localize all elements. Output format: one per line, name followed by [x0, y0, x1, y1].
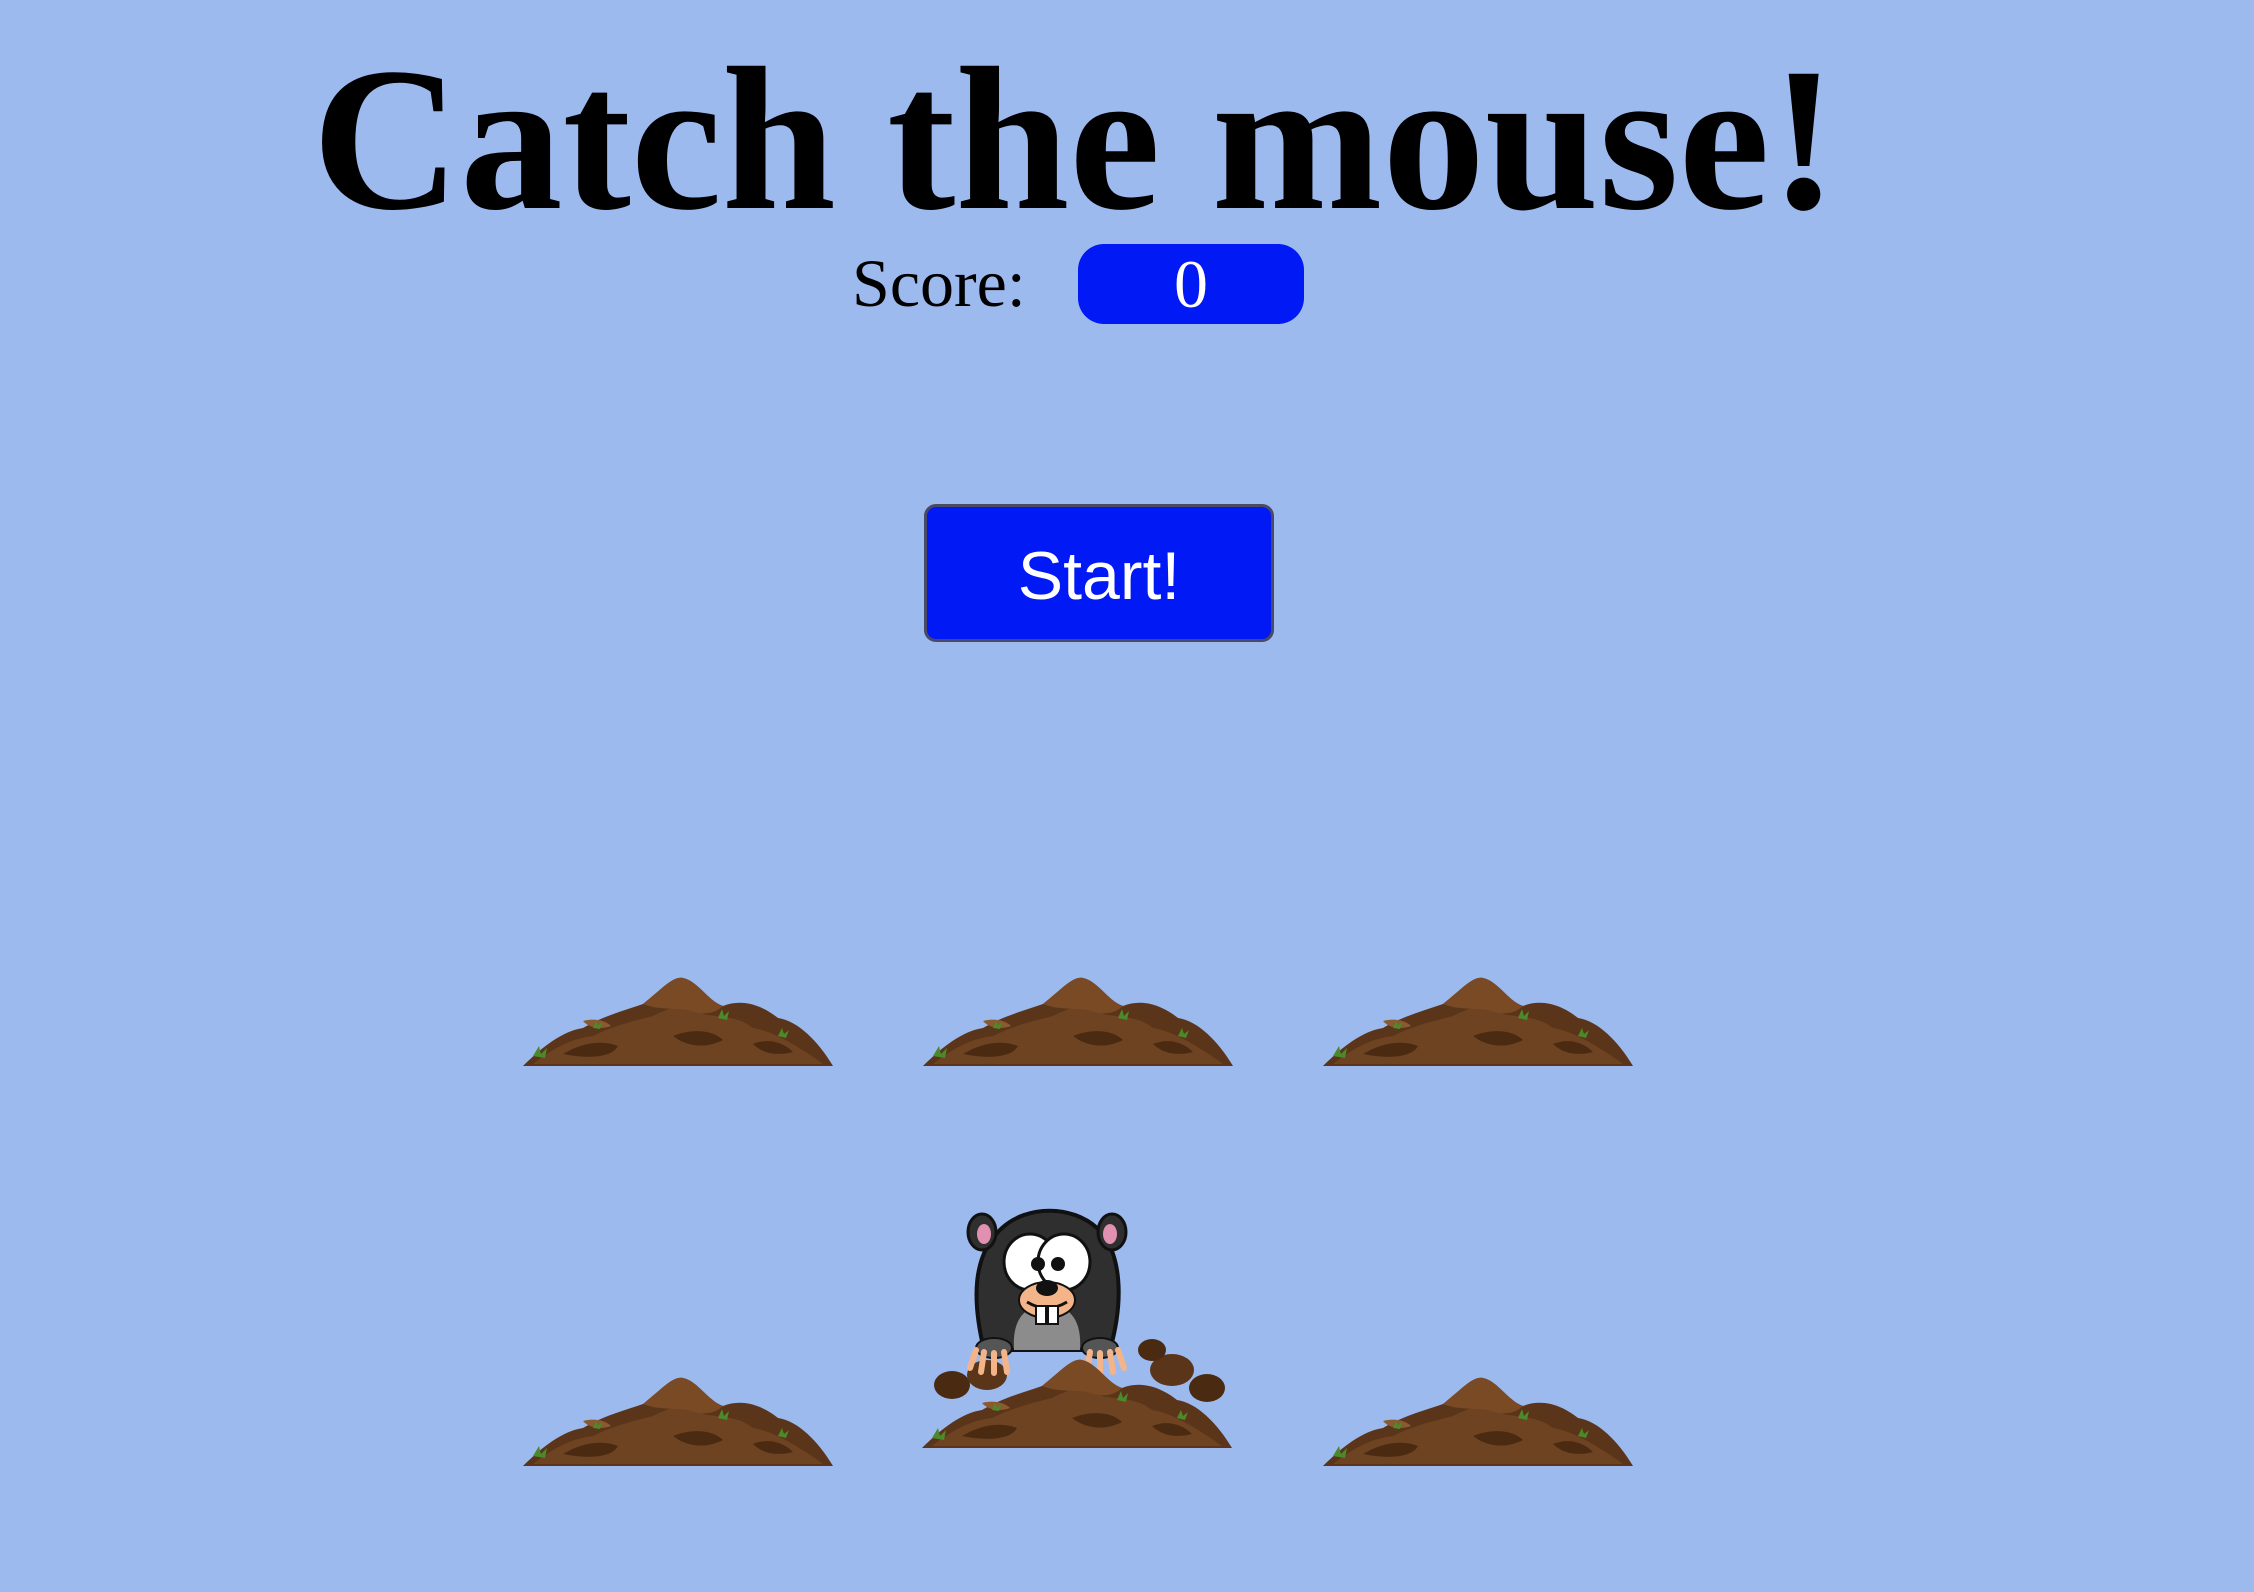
score-display: 0	[1078, 244, 1304, 324]
score-label: Score:	[852, 245, 1026, 321]
hole-1-1[interactable]	[523, 952, 833, 1092]
start-button[interactable]: Start!	[924, 504, 1274, 642]
mole-character[interactable]	[912, 1200, 1242, 1450]
hole-1-2[interactable]	[923, 952, 1233, 1092]
page-title: Catch the mouse!	[312, 26, 1838, 253]
hole-2-1[interactable]	[523, 1352, 833, 1492]
hole-1-3[interactable]	[1323, 952, 1633, 1092]
hole-2-3[interactable]	[1323, 1352, 1633, 1492]
mole-body	[966, 1208, 1128, 1376]
